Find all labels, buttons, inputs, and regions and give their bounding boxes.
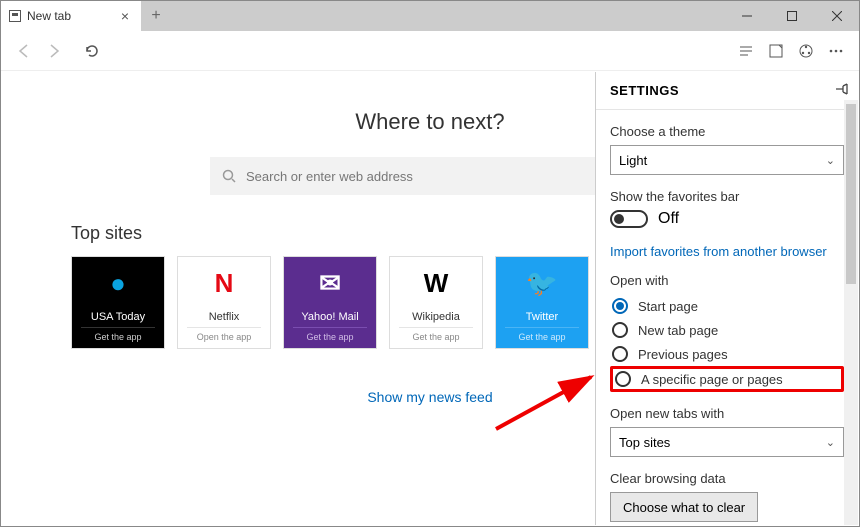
- refresh-icon: [84, 43, 100, 59]
- tile-sublabel: Get the app: [81, 327, 155, 348]
- settings-header: SETTINGS: [596, 72, 858, 110]
- clear-data-label: Clear browsing data: [610, 471, 844, 486]
- back-button[interactable]: [9, 36, 39, 66]
- radio-label: New tab page: [638, 323, 718, 338]
- top-site-tile[interactable]: ✉ Yahoo! Mail Get the app: [283, 256, 377, 349]
- notes-icon: [768, 43, 784, 59]
- forward-button[interactable]: [39, 36, 69, 66]
- tab-title: New tab: [27, 9, 71, 23]
- radio-icon: [612, 298, 628, 314]
- tile-glyph: 🐦: [496, 257, 588, 309]
- tile-name: Yahoo! Mail: [301, 311, 358, 323]
- more-button[interactable]: [821, 36, 851, 66]
- browser-tab[interactable]: New tab ×: [1, 1, 141, 31]
- tile-sublabel: Get the app: [293, 327, 367, 348]
- titlebar: New tab × +: [1, 1, 859, 31]
- chevron-down-icon: ⌄: [826, 154, 835, 167]
- tile-sublabel: Get the app: [399, 327, 473, 348]
- settings-scrollbar[interactable]: [844, 100, 858, 525]
- top-site-tile[interactable]: 🐦 Twitter Get the app: [495, 256, 589, 349]
- theme-label: Choose a theme: [610, 124, 844, 139]
- search-input[interactable]: Search or enter web address: [210, 157, 650, 195]
- tile-name: Twitter: [526, 311, 558, 323]
- search-icon: [222, 169, 236, 183]
- chevron-down-icon: ⌄: [826, 436, 835, 449]
- share-icon: [798, 43, 814, 59]
- top-site-tile[interactable]: W Wikipedia Get the app: [389, 256, 483, 349]
- radio-icon: [612, 346, 628, 362]
- back-icon: [16, 43, 32, 59]
- search-placeholder: Search or enter web address: [246, 169, 413, 184]
- refresh-button[interactable]: [77, 36, 107, 66]
- tile-name: Netflix: [209, 311, 240, 323]
- tile-sublabel: Open the app: [187, 327, 261, 348]
- notes-button[interactable]: [761, 36, 791, 66]
- new-tabs-select[interactable]: Top sites ⌄: [610, 427, 844, 457]
- radio-icon: [612, 322, 628, 338]
- close-window-button[interactable]: [814, 1, 859, 31]
- toolbar: [1, 31, 859, 71]
- maximize-icon: [787, 11, 797, 21]
- minimize-button[interactable]: [724, 1, 769, 31]
- radio-label: Start page: [638, 299, 698, 314]
- settings-scroll-area[interactable]: Choose a theme Light ⌄ Show the favorite…: [596, 110, 858, 525]
- open-with-option[interactable]: A specific page or pages: [610, 366, 844, 392]
- pin-button[interactable]: [834, 82, 848, 99]
- forward-icon: [46, 43, 62, 59]
- tile-glyph: W: [390, 257, 482, 309]
- open-with-option[interactable]: Start page: [610, 294, 844, 318]
- open-with-label: Open with: [610, 273, 844, 288]
- share-button[interactable]: [791, 36, 821, 66]
- favorites-bar-label: Show the favorites bar: [610, 189, 844, 204]
- choose-clear-button[interactable]: Choose what to clear: [610, 492, 758, 522]
- new-tabs-label: Open new tabs with: [610, 406, 844, 421]
- new-tab-button[interactable]: +: [141, 1, 171, 31]
- maximize-button[interactable]: [769, 1, 814, 31]
- toggle-track: [610, 210, 648, 228]
- favorites-bar-toggle[interactable]: Off: [610, 210, 844, 228]
- top-site-tile[interactable]: ● USA Today Get the app: [71, 256, 165, 349]
- more-icon: [828, 43, 844, 59]
- close-tab-button[interactable]: ×: [117, 8, 133, 24]
- pin-icon: [834, 82, 848, 96]
- tile-glyph: N: [178, 257, 270, 309]
- tile-glyph: ●: [72, 257, 164, 309]
- favorites-bar-value: Off: [658, 210, 679, 228]
- tile-glyph: ✉: [284, 257, 376, 309]
- settings-panel: SETTINGS Choose a theme Light ⌄ Show the…: [595, 72, 858, 525]
- theme-select[interactable]: Light ⌄: [610, 145, 844, 175]
- open-with-option[interactable]: Previous pages: [610, 342, 844, 366]
- tile-sublabel: Get the app: [505, 327, 579, 348]
- minimize-icon: [742, 11, 752, 21]
- top-site-tile[interactable]: N Netflix Open the app: [177, 256, 271, 349]
- page-icon: [9, 10, 21, 22]
- close-icon: [832, 11, 842, 21]
- tile-name: Wikipedia: [412, 311, 460, 323]
- choose-clear-label: Choose what to clear: [623, 500, 745, 515]
- reading-view-button[interactable]: [731, 36, 761, 66]
- open-with-radio-group: Start page New tab page Previous pages A sp…: [610, 294, 844, 392]
- settings-title: SETTINGS: [610, 83, 679, 98]
- scrollbar-thumb[interactable]: [846, 104, 856, 284]
- open-with-option[interactable]: New tab page: [610, 318, 844, 342]
- radio-label: Previous pages: [638, 347, 728, 362]
- import-favorites-link[interactable]: Import favorites from another browser: [610, 244, 844, 259]
- tile-name: USA Today: [91, 311, 145, 323]
- toggle-knob: [614, 214, 624, 224]
- window-controls: [724, 1, 859, 31]
- radio-icon: [615, 371, 631, 387]
- radio-label: A specific page or pages: [641, 372, 783, 387]
- reading-view-icon: [738, 43, 754, 59]
- theme-value: Light: [619, 153, 647, 168]
- new-tabs-value: Top sites: [619, 435, 670, 450]
